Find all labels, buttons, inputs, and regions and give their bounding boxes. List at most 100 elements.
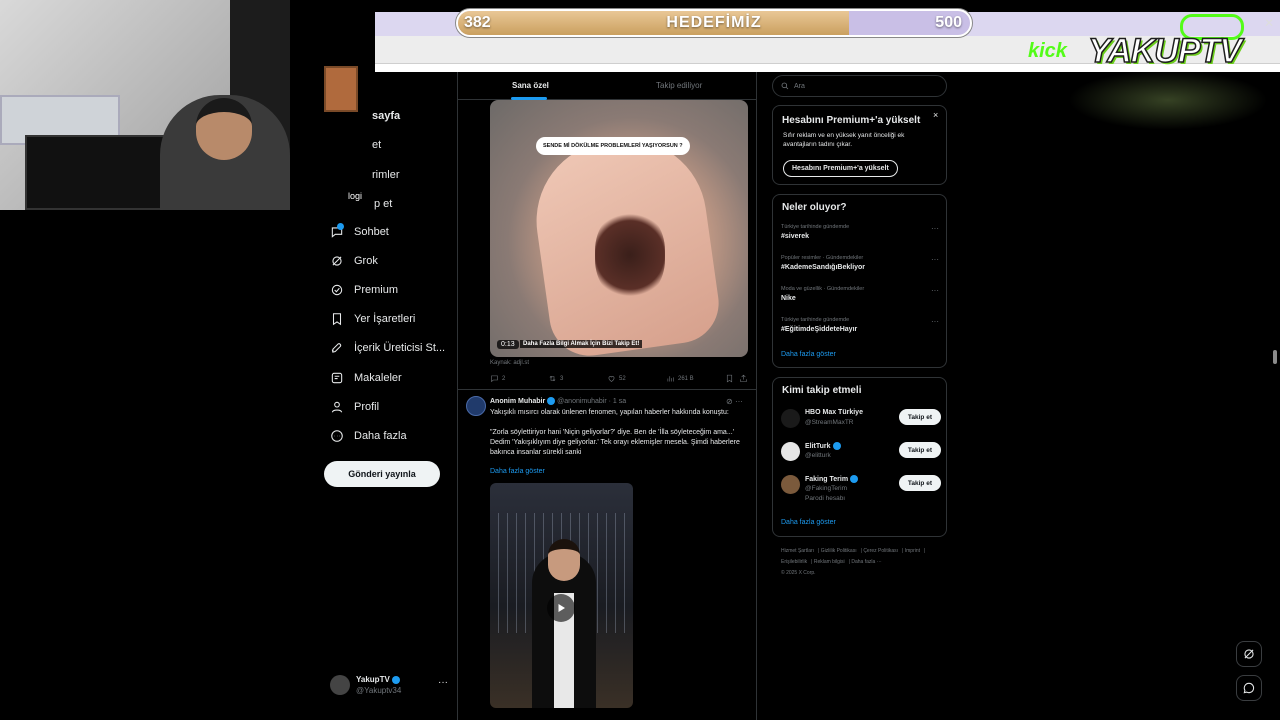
search-input[interactable]: Ara	[772, 75, 947, 97]
bookmark-action[interactable]	[725, 374, 734, 383]
grok-icon[interactable]: ⊘	[726, 397, 733, 406]
trend-item[interactable]: Türkiye tarihinde gündemde #siverek ···	[781, 224, 939, 250]
nav-item-follow-label[interactable]: p et	[374, 198, 392, 210]
follow-button[interactable]: Takip et	[898, 475, 941, 491]
tab-following[interactable]: Takip ediliyor	[656, 81, 702, 90]
suggestion-name-text: ElitTurk	[805, 442, 831, 450]
more-icon[interactable]: ···	[931, 255, 939, 264]
avatar	[781, 442, 800, 461]
nav-item-premium[interactable]: Premium	[330, 278, 398, 302]
trends-card: Neler oluyor? Türkiye tarihinde gündemde…	[772, 194, 947, 368]
nav-item-home-label[interactable]: sayfa	[372, 110, 400, 122]
reply-action[interactable]: 2	[490, 374, 505, 383]
repost-action[interactable]: 3	[548, 374, 563, 383]
nav-item-more[interactable]: Daha fazla	[330, 424, 407, 448]
like-action[interactable]: 52	[607, 374, 626, 383]
footer-link[interactable]: Daha fazla ···	[851, 559, 881, 565]
close-icon[interactable]: ✕	[1264, 16, 1274, 30]
verified-icon	[832, 442, 841, 450]
suggestion-name: Faking Terim	[805, 475, 859, 483]
play-icon[interactable]	[547, 594, 575, 622]
show-more-link[interactable]: Daha fazla göster	[490, 468, 545, 475]
more-icon[interactable]: ···	[931, 286, 939, 295]
more-icon[interactable]: ···	[438, 677, 448, 688]
account-name-text: YakupTV	[356, 675, 390, 684]
trend-item[interactable]: Popüler resimler · Gündemdekiler #Kademe…	[781, 255, 939, 281]
close-icon[interactable]: ×	[933, 110, 938, 120]
post-author-handle[interactable]: @anonimuhabir	[557, 398, 607, 405]
post-button[interactable]: Gönderi yayınla	[324, 461, 440, 487]
messages-fab[interactable]	[1236, 675, 1262, 701]
video-caption: SENDE Mİ DÖKÜLME PROBLEMLERİ YAŞIYORSUN …	[536, 137, 690, 155]
post-video[interactable]	[490, 483, 633, 708]
column-divider	[457, 72, 458, 720]
footer-link[interactable]: Imprint	[905, 548, 920, 554]
grok-icon	[330, 254, 344, 268]
follow-suggestion[interactable]: HBO Max Türkiye @StreamMaxTR Takip et	[781, 407, 941, 435]
nav-item-grok[interactable]: Grok	[330, 249, 378, 273]
wall-poster	[324, 66, 358, 112]
reply-count: 2	[502, 375, 506, 382]
more-icon[interactable]: ···	[931, 224, 939, 233]
nav-item-label: Daha fazla	[354, 430, 407, 442]
grok-icon	[1244, 649, 1254, 659]
search-placeholder: Ara	[794, 82, 805, 90]
nav-item-articles[interactable]: Makaleler	[330, 366, 402, 390]
suggestion-name: ElitTurk	[805, 442, 841, 450]
verified-icon	[547, 397, 556, 405]
video-duration: 0:13	[497, 340, 519, 349]
trend-item[interactable]: Moda ve güzellik · Gündemdekiler Nike ··…	[781, 286, 939, 312]
more-icon[interactable]: ···	[735, 397, 743, 406]
nav-item-notifications-label[interactable]: rimler	[372, 169, 400, 181]
follow-button[interactable]: Takip et	[898, 442, 941, 458]
verified-icon	[850, 475, 859, 483]
who-to-follow-show-more[interactable]: Daha fazla göster	[781, 519, 836, 526]
nav-item-creator-studio[interactable]: İçerik Üreticisi St...	[330, 336, 445, 360]
search-icon	[781, 82, 789, 90]
scrollbar-thumb[interactable]	[1273, 350, 1277, 364]
follow-button[interactable]: Takip et	[898, 409, 941, 425]
follow-suggestion[interactable]: ElitTurk @elitturk Takip et	[781, 440, 941, 468]
more-icon[interactable]: ···	[931, 317, 939, 326]
trends-show-more[interactable]: Daha fazla göster	[781, 351, 836, 358]
premium-title: Hesabını Premium+'a yükselt	[782, 115, 921, 126]
column-divider	[756, 72, 757, 720]
views-action[interactable]: 261 B	[666, 374, 694, 383]
post-time[interactable]: · 1 sa	[609, 398, 627, 405]
trends-title: Neler oluyor?	[782, 202, 847, 213]
post-actions: 2 3 52 261 B	[490, 374, 750, 386]
share-action[interactable]	[739, 374, 748, 383]
footer-link[interactable]: Reklam bilgisi	[814, 559, 845, 565]
post-source[interactable]: Kaynak: adjl.st	[490, 360, 529, 366]
bookmark-icon	[330, 312, 344, 326]
brand-glow	[1068, 70, 1268, 130]
suggestion-name: HBO Max Türkiye	[805, 409, 863, 416]
video-hair	[595, 210, 665, 300]
nav-item-bookmarks[interactable]: Yer İşaretleri	[330, 307, 415, 331]
footer-link[interactable]: Çerez Politikası	[863, 548, 898, 554]
footer-link[interactable]: Hizmet Şartları	[781, 548, 814, 554]
footer-link[interactable]: Erişilebilirlik	[781, 559, 807, 565]
grok-fab[interactable]	[1236, 641, 1262, 667]
profile-icon	[330, 400, 344, 414]
goal-target: 500	[935, 14, 962, 31]
account-switcher[interactable]: YakupTV @Yakuptv34 ···	[330, 675, 450, 697]
follow-suggestion[interactable]: Faking Terim @FakingTerim Parodi hesabı …	[781, 473, 941, 507]
repost-icon	[549, 375, 556, 382]
trend-tag: Nike	[781, 295, 796, 302]
nav-item-profile[interactable]: Profil	[330, 395, 379, 419]
nav-item-label: İçerik Üreticisi St...	[354, 342, 446, 354]
video-subtitle: Daha Fazla Bilgi Almak İçin Bizi Takip E…	[520, 340, 643, 348]
nav-item-explore-label[interactable]: et	[372, 139, 381, 151]
avatar[interactable]	[466, 396, 486, 416]
avatar	[781, 475, 800, 494]
nav-item-label: Sohbet	[354, 226, 389, 238]
webcam-feed	[0, 0, 375, 210]
post-author-name[interactable]: Anonim Muhabir	[490, 398, 545, 405]
upgrade-premium-button[interactable]: Hesabını Premium+'a yükselt	[783, 160, 898, 177]
post-divider	[458, 389, 756, 390]
post-video[interactable]: SENDE Mİ DÖKÜLME PROBLEMLERİ YAŞIYORSUN …	[490, 100, 748, 357]
tab-for-you[interactable]: Sana özel	[512, 81, 549, 90]
trend-item[interactable]: Türkiye tarihinde gündemde #EğitimdeŞidd…	[781, 317, 939, 343]
footer-link[interactable]: Gizlilik Politikası	[821, 548, 857, 554]
